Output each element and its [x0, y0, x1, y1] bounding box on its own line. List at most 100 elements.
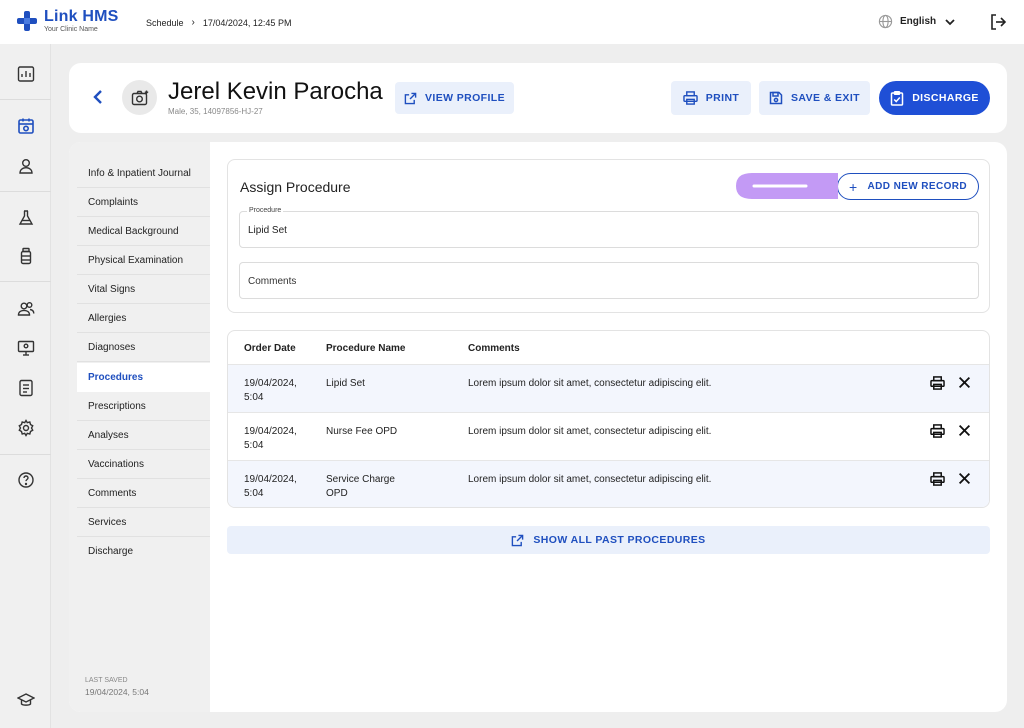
nav-item-diagnoses[interactable]: Diagnoses [77, 333, 210, 362]
table-header: Order Date Procedure Name Comments [228, 331, 989, 364]
print-button[interactable]: PRINT [671, 81, 751, 115]
table-row: 19/04/2024, 5:04 Nurse Fee OPD Lorem ips… [228, 412, 989, 460]
row-order-date: 19/04/2024, 5:04 [244, 426, 297, 451]
view-profile-button[interactable]: VIEW PROFILE [395, 82, 514, 114]
procedure-field-value: Lipid Set [248, 225, 287, 236]
nav-item-prescriptions[interactable]: Prescriptions [77, 392, 210, 421]
nav-item-analyses[interactable]: Analyses [77, 421, 210, 450]
printer-icon [683, 91, 698, 105]
camera-icon [131, 90, 148, 105]
chevron-left-icon [93, 90, 102, 104]
row-procedure-name: Service Charge OPD [326, 474, 395, 499]
row-procedure-name: Nurse Fee OPD [326, 426, 398, 437]
language-label: English [900, 16, 937, 27]
users-icon[interactable] [16, 299, 36, 319]
chevron-right-icon: › [191, 17, 195, 28]
row-delete-button[interactable] [958, 472, 971, 485]
breadcrumb-current: 17/04/2024, 12:45 PM [202, 17, 292, 28]
discharge-label: DISCHARGE [912, 92, 979, 104]
monitor-icon[interactable] [16, 338, 36, 358]
save-exit-button[interactable]: SAVE & EXIT [759, 81, 870, 115]
last-saved-value: 19/04/2024, 5:04 [85, 687, 149, 697]
icon-rail [0, 44, 51, 728]
plus-icon: + [848, 178, 858, 195]
show-all-label: SHOW ALL PAST PROCEDURES [533, 534, 706, 546]
printer-icon [930, 472, 945, 486]
procedure-field[interactable]: Procedure Lipid Set [239, 207, 979, 248]
assign-procedure-title: Assign Procedure [240, 179, 351, 195]
procedure-field-label: Procedure [247, 207, 284, 214]
nav-item-vaccinations[interactable]: Vaccinations [77, 450, 210, 479]
row-print-button[interactable] [930, 472, 945, 486]
user-icon[interactable] [16, 156, 36, 176]
app-subtitle: Your Clinic Name [44, 26, 98, 33]
column-procedure-name: Procedure Name [326, 343, 406, 354]
row-procedure-name: Lipid Set [326, 378, 365, 389]
external-link-icon [512, 534, 524, 546]
back-button[interactable] [91, 87, 105, 107]
app-title: Link HMS [44, 8, 119, 25]
nav-item-discharge[interactable]: Discharge [77, 537, 210, 566]
row-order-date: 19/04/2024, 5:04 [244, 474, 297, 499]
close-icon [958, 424, 971, 437]
nav-item-vital-signs[interactable]: Vital Signs [77, 275, 210, 304]
bottle-icon[interactable] [16, 246, 36, 266]
graduation-cap-icon[interactable] [16, 690, 36, 710]
language-selector[interactable]: English [878, 14, 956, 29]
highlight-arrow-icon [736, 173, 838, 199]
nav-item-services[interactable]: Services [77, 508, 210, 537]
row-delete-button[interactable] [958, 424, 971, 437]
row-print-button[interactable] [930, 376, 945, 390]
patient-header: Jerel Kevin Parocha Male, 35, 14097856-H… [69, 63, 1007, 133]
column-order-date: Order Date [244, 343, 296, 354]
comments-field[interactable]: Comments [239, 262, 979, 299]
last-saved: LAST SAVED 19/04/2024, 5:04 [85, 677, 149, 697]
row-delete-button[interactable] [958, 376, 971, 389]
save-icon [769, 91, 783, 105]
document-icon[interactable] [16, 378, 36, 398]
app-logo[interactable]: Link HMS Your Clinic Name [16, 9, 119, 33]
section-nav: Info & Inpatient Journal Complaints Medi… [69, 142, 210, 712]
nav-item-procedures[interactable]: Procedures [77, 363, 210, 392]
dashboard-icon[interactable] [16, 64, 36, 84]
add-new-record-label: ADD NEW RECORD [867, 181, 968, 192]
row-comment: Lorem ipsum dolor sit amet, consectetur … [468, 378, 712, 389]
settings-icon[interactable] [16, 418, 36, 438]
print-label: PRINT [705, 92, 740, 104]
nav-item-comments[interactable]: Comments [77, 479, 210, 508]
nav-item-complaints[interactable]: Complaints [77, 188, 210, 217]
logout-button[interactable] [989, 13, 1007, 31]
add-new-record-button[interactable]: + ADD NEW RECORD [837, 173, 979, 200]
patient-meta: Male, 35, 14097856-HJ-27 [168, 107, 263, 116]
row-order-date: 19/04/2024, 5:04 [244, 378, 297, 403]
printer-icon [930, 376, 945, 390]
discharge-button[interactable]: DISCHARGE [879, 81, 990, 115]
nav-item-physical-examination[interactable]: Physical Examination [77, 246, 210, 275]
table-row: 19/04/2024, 5:04 Lipid Set Lorem ipsum d… [228, 364, 989, 412]
nav-item-medical-background[interactable]: Medical Background [77, 217, 210, 246]
close-icon [958, 376, 971, 389]
help-icon[interactable] [16, 470, 36, 490]
column-comments: Comments [468, 343, 520, 354]
close-icon [958, 472, 971, 485]
external-link-icon [404, 92, 417, 104]
nav-item-allergies[interactable]: Allergies [77, 304, 210, 333]
flask-icon[interactable] [16, 208, 36, 228]
row-print-button[interactable] [930, 424, 945, 438]
chevron-down-icon [945, 18, 955, 25]
breadcrumb-schedule[interactable]: Schedule [146, 18, 184, 28]
clipboard-check-icon [890, 90, 904, 106]
save-exit-label: SAVE & EXIT [791, 92, 860, 104]
add-photo-button[interactable] [122, 80, 157, 115]
procedures-table: Order Date Procedure Name Comments 19/04… [227, 330, 990, 508]
last-saved-label: LAST SAVED [85, 677, 128, 684]
main-content: Info & Inpatient Journal Complaints Medi… [69, 142, 1007, 712]
cross-logo-icon [17, 11, 37, 31]
breadcrumb: Schedule › 17/04/2024, 12:45 PM [146, 17, 291, 28]
show-all-past-procedures-button[interactable]: SHOW ALL PAST PROCEDURES [227, 526, 990, 554]
row-comment: Lorem ipsum dolor sit amet, consectetur … [468, 474, 712, 485]
nav-item-info[interactable]: Info & Inpatient Journal [77, 159, 210, 188]
calendar-icon[interactable] [16, 116, 36, 136]
comments-placeholder: Comments [248, 276, 297, 287]
patient-name: Jerel Kevin Parocha [168, 78, 383, 105]
